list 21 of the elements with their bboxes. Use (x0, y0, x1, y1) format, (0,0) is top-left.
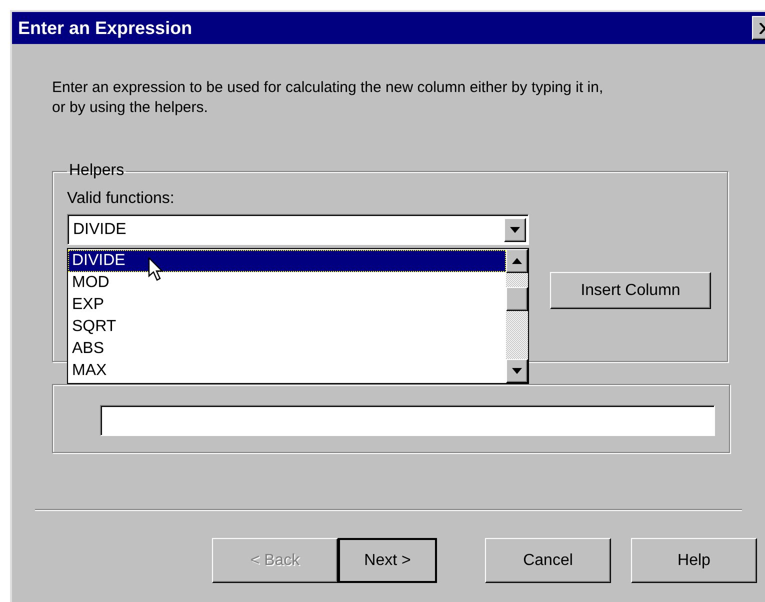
scroll-up-button[interactable] (506, 249, 528, 273)
expression-field[interactable] (100, 405, 715, 436)
mouse-pointer-icon (148, 257, 164, 281)
down-arrow-icon (512, 368, 522, 374)
combo-value: DIVIDE (73, 220, 126, 238)
scroll-down-button[interactable] (506, 359, 528, 383)
scroll-thumb[interactable] (506, 287, 528, 311)
list-item[interactable]: DIVIDE (68, 250, 506, 272)
field-label: Valid functions: (67, 190, 176, 208)
functions-combo-box[interactable]: DIVIDE (67, 214, 529, 245)
wizard-button[interactable]: Next > (338, 538, 437, 583)
instruction-text: Enter an expression to be used for calculating the new column either by typing it in, or by using the helpers. (52, 78, 604, 118)
scroll-bar[interactable] (506, 249, 528, 383)
insert-column-button[interactable]: Insert Column (550, 272, 711, 309)
down-arrow-icon (510, 226, 520, 232)
group-legend: Helpers (67, 162, 126, 180)
wizard-button[interactable]: Help (631, 538, 757, 583)
wizard-button[interactable]: Cancel (485, 538, 611, 583)
window-title: Enter an Expression (18, 18, 192, 38)
up-arrow-icon (512, 258, 522, 264)
dropdown-button[interactable] (504, 218, 526, 242)
